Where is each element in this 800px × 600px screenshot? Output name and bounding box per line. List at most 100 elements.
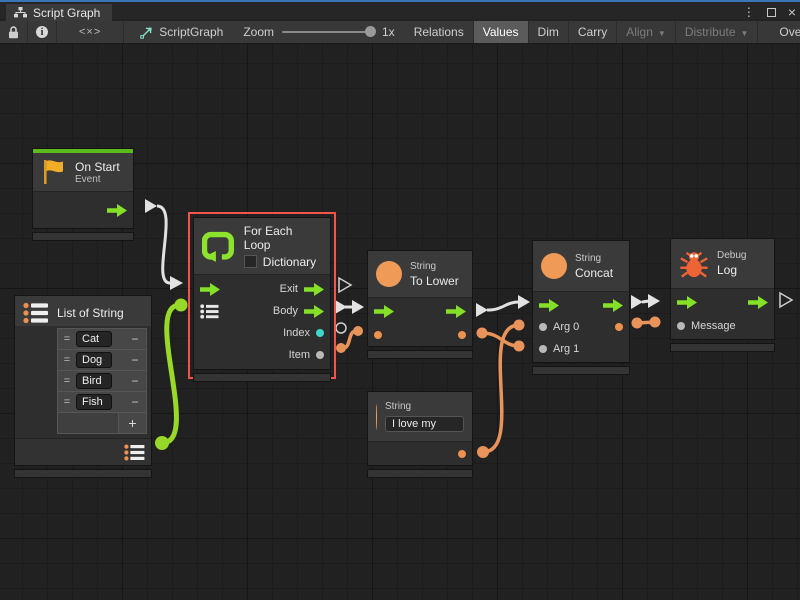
node-title: To Lower [410,274,459,288]
list-icon [200,304,219,319]
tab-script-graph[interactable]: Script Graph [6,4,112,21]
flow-input-port[interactable] [539,299,559,312]
flow-arrow-icon [748,296,768,309]
log-flow-marker [780,293,792,307]
string-type-icon [376,261,402,287]
list-editor: = Cat − = Dog − = Bird − = [57,328,147,434]
node-title: Concat [575,266,613,280]
list-item-field[interactable]: Fish [76,394,112,410]
maximize-icon[interactable] [767,8,776,17]
value-port-dot [316,329,324,337]
string-input-port[interactable] [374,331,382,339]
flow-arrow-icon [539,299,559,312]
drag-handle-icon[interactable]: = [62,396,72,408]
wire-value-item-tolower [336,326,363,353]
flow-input-port[interactable] [374,305,394,318]
node-on-start[interactable]: On Start Event [32,148,134,241]
flow-output-port[interactable] [748,296,768,309]
wire-value-concat-message [632,317,661,329]
graph-name: ScriptGraph [124,21,233,43]
node-category: String [385,401,464,412]
node-footer [670,343,775,352]
remove-item-button[interactable]: − [128,332,142,346]
flow-arrow-icon [603,299,623,312]
overview-button[interactable]: Overview [770,21,800,43]
window-menu-icon[interactable]: ⋮ [743,5,755,19]
zoom-control: Zoom 1x [233,21,404,43]
add-item-button[interactable]: + [118,413,146,433]
body-port[interactable]: Body [273,305,324,318]
arg0-port[interactable]: Arg 0 [539,321,585,333]
script-graph-window: Script Graph ⋮ × i <×> [0,0,800,600]
relations-button[interactable]: Relations [405,21,474,43]
node-title: On Start [75,160,120,174]
zoom-slider-handle[interactable] [365,26,376,37]
wire-value-tolower-arg1 [477,328,525,352]
tab-title: Script Graph [33,6,100,20]
flow-output-port[interactable] [107,204,127,217]
item-port[interactable]: Item [289,349,324,361]
node-title: Log [717,263,746,277]
drag-handle-icon[interactable]: = [62,375,72,387]
node-string-literal[interactable]: String [367,391,473,478]
carry-button[interactable]: Carry [569,21,617,43]
dictionary-checkbox[interactable] [244,255,257,268]
list-item-field[interactable]: Dog [76,352,112,368]
string-type-icon [376,404,377,430]
string-output-port[interactable] [458,450,466,458]
remove-item-button[interactable]: − [128,374,142,388]
drag-handle-icon[interactable]: = [62,354,72,366]
wire-flow-body-tolower [335,300,364,314]
flow-input-port[interactable] [677,296,697,309]
dictionary-label: Dictionary [263,255,316,269]
index-port[interactable]: Index [283,327,324,339]
list-item-field[interactable]: Bird [76,373,112,389]
flow-input-port[interactable] [200,283,220,296]
values-button[interactable]: Values [474,21,529,43]
align-button[interactable]: Align▼ [617,21,676,43]
node-subtitle: Event [75,174,120,185]
list-output-port[interactable] [124,444,145,461]
inspect-button[interactable]: i [28,21,57,43]
remove-item-button[interactable]: − [128,395,142,409]
drag-handle-icon[interactable]: = [62,333,72,345]
node-string-to-lower[interactable]: String To Lower [367,250,473,359]
node-category: String [410,261,459,272]
remove-item-button[interactable]: − [128,353,142,367]
string-output-port[interactable] [615,323,623,331]
zoom-slider[interactable] [282,31,374,33]
loop-icon [202,230,236,262]
graph-canvas[interactable]: On Start Event [0,44,800,600]
node-list-of-string[interactable]: List of String = Cat − = Dog − = [14,295,152,478]
distribute-button[interactable]: Distribute▼ [676,21,759,43]
wire-flow-onstart-foreach [145,199,183,290]
bug-icon [679,248,709,280]
flow-arrow-icon [446,305,466,318]
dim-button[interactable]: Dim [529,21,569,43]
flow-arrow-icon [304,305,324,318]
chevron-down-icon: ▼ [658,29,666,38]
list-icon [124,444,145,461]
message-port[interactable]: Message [677,320,742,332]
info-icon: i [36,26,48,38]
node-for-each-loop[interactable]: For Each Loop Dictionary Exit [193,217,331,382]
node-string-concat[interactable]: String Concat [532,240,630,375]
lock-button[interactable] [0,21,28,43]
string-value-input[interactable] [385,416,464,432]
edit-source-button[interactable]: <×> [57,21,124,43]
node-footer [532,366,630,375]
flow-output-port[interactable] [446,305,466,318]
exit-port[interactable]: Exit [280,283,324,296]
flow-arrow-icon [677,296,697,309]
list-item-field[interactable]: Cat [76,331,112,347]
chevron-down-icon: ▼ [741,29,749,38]
close-icon[interactable]: × [788,7,796,17]
flow-output-port[interactable] [603,299,623,312]
window-controls: ⋮ × [743,4,796,20]
arg1-port[interactable]: Arg 1 [539,343,585,355]
node-debug-log[interactable]: Debug Log [670,238,775,352]
string-output-port[interactable] [458,331,466,339]
list-item-row: = Cat − [58,329,146,350]
list-input-port[interactable] [200,304,219,319]
code-icon: <×> [79,26,101,38]
